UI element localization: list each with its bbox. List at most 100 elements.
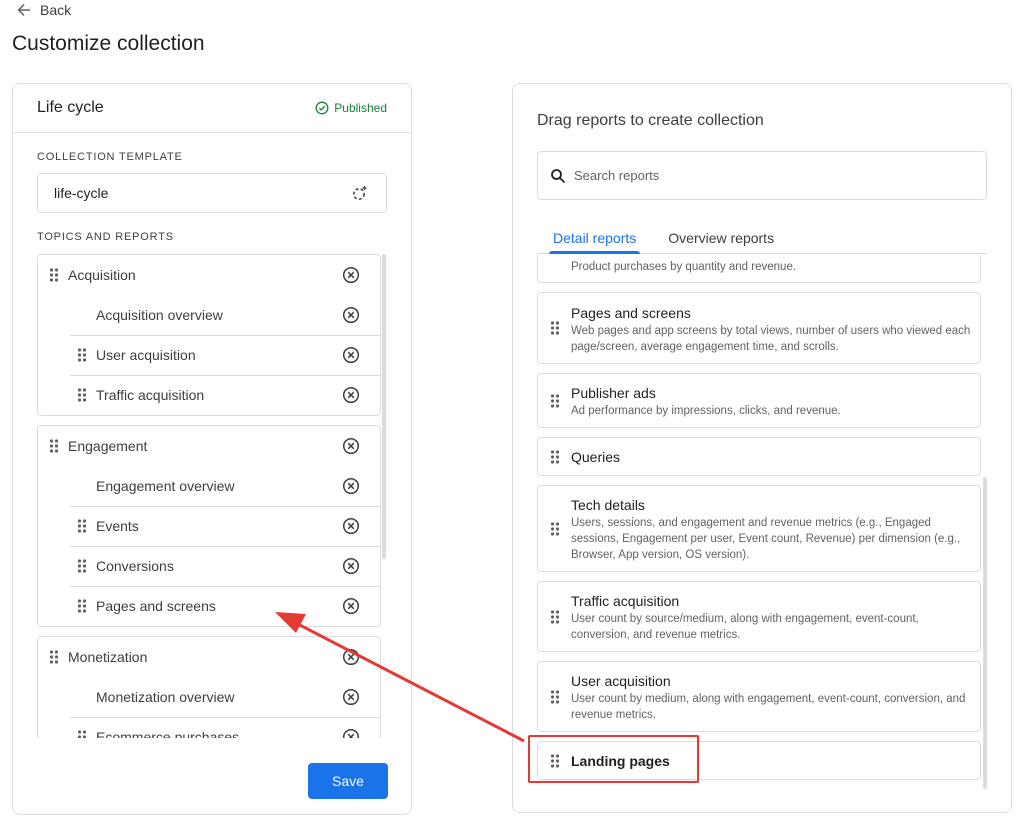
report-description: User count by medium, along with engagem… — [571, 693, 966, 721]
report-name: Pages and screens — [96, 598, 216, 614]
remove-circle-icon[interactable] — [342, 517, 360, 535]
topic-name: Monetization — [68, 649, 148, 665]
collection-header: Life cycle Published — [13, 84, 411, 133]
drag-handle-icon[interactable] — [76, 729, 88, 738]
report-card[interactable]: User acquisition User count by medium, a… — [537, 661, 981, 732]
report-list[interactable]: Product purchases by quantity and revenu… — [537, 255, 985, 799]
check-circle-icon — [315, 101, 329, 115]
report-row[interactable]: Ecommerce purchases — [38, 717, 380, 738]
template-value: life-cycle — [54, 185, 109, 201]
drag-handle-icon[interactable] — [76, 387, 88, 403]
page-title: Customize collection — [12, 32, 205, 55]
topics-list[interactable]: Acquisition Acquisition overview User ac… — [37, 254, 389, 738]
remove-circle-icon[interactable] — [342, 597, 360, 615]
topic-name: Engagement — [68, 438, 148, 454]
remove-circle-icon[interactable] — [342, 306, 360, 324]
topic-row[interactable]: Monetization — [38, 637, 380, 677]
tab-detail-reports[interactable]: Detail reports — [537, 224, 652, 254]
report-description: Web pages and app screens by total views… — [571, 325, 971, 353]
drag-handle-icon[interactable] — [550, 609, 560, 625]
report-name: Acquisition overview — [96, 307, 223, 323]
arrow-left-icon — [17, 4, 30, 16]
template-sparkle-icon[interactable] — [350, 183, 370, 203]
topics-scrollbar[interactable] — [382, 254, 386, 559]
report-description: Ad performance by impressions, clicks, a… — [571, 405, 841, 417]
status-badge: Published — [315, 101, 387, 115]
drag-handle-icon[interactable] — [550, 521, 560, 537]
report-card[interactable]: Pages and screens Web pages and app scre… — [537, 292, 981, 364]
topic-card-acquisition[interactable]: Acquisition Acquisition overview User ac… — [37, 254, 381, 416]
collection-title[interactable]: Life cycle — [37, 99, 104, 117]
topic-row[interactable]: Engagement — [38, 426, 380, 466]
topic-card-monetization[interactable]: Monetization Monetization overview Ecomm… — [37, 636, 381, 738]
report-row[interactable]: Acquisition overview — [38, 295, 380, 335]
drag-handle-icon[interactable] — [550, 753, 560, 769]
remove-circle-icon[interactable] — [342, 648, 360, 666]
drag-handle-icon[interactable] — [550, 689, 560, 705]
report-card[interactable]: Traffic acquisition User count by source… — [537, 581, 981, 652]
drag-handle-icon[interactable] — [48, 649, 60, 665]
drag-handle-icon[interactable] — [48, 438, 60, 454]
report-row[interactable]: User acquisition — [38, 335, 380, 375]
report-name: Monetization overview — [96, 689, 235, 705]
report-row[interactable]: Events — [38, 506, 380, 546]
drag-handle-icon[interactable] — [76, 347, 88, 363]
remove-circle-icon[interactable] — [342, 557, 360, 575]
report-row[interactable]: Engagement overview — [38, 466, 380, 506]
search-input[interactable]: Search reports — [537, 151, 987, 200]
back-label: Back — [40, 2, 72, 18]
report-name: Events — [96, 518, 139, 534]
report-library-card: Drag reports to create collection Search… — [512, 83, 1012, 813]
report-card[interactable]: Tech details Users, sessions, and engage… — [537, 485, 981, 572]
report-title: Queries — [571, 449, 621, 465]
drag-handle-icon[interactable] — [550, 449, 560, 465]
drag-handle-icon[interactable] — [76, 518, 88, 534]
report-name: Traffic acquisition — [96, 387, 205, 403]
tab-overview-reports[interactable]: Overview reports — [652, 224, 790, 253]
collection-editor-card: Life cycle Published COLLECTION TEMPLATE… — [12, 83, 412, 815]
drag-handle-icon[interactable] — [550, 393, 560, 409]
remove-circle-icon[interactable] — [342, 437, 360, 455]
search-icon — [551, 168, 566, 183]
report-card-landing-pages[interactable]: Landing pages — [537, 741, 981, 780]
remove-circle-icon[interactable] — [342, 688, 360, 706]
drag-handle-icon[interactable] — [550, 320, 560, 336]
report-name: Conversions — [96, 558, 174, 574]
remove-circle-icon[interactable] — [342, 346, 360, 364]
topic-card-engagement[interactable]: Engagement Engagement overview Events Co… — [37, 425, 381, 627]
remove-circle-icon[interactable] — [342, 386, 360, 404]
drag-handle-icon[interactable] — [48, 267, 60, 283]
report-card[interactable]: Publisher ads Ad performance by impressi… — [537, 373, 981, 428]
topic-row[interactable]: Acquisition — [38, 255, 380, 295]
drag-handle-icon[interactable] — [76, 558, 88, 574]
remove-circle-icon[interactable] — [342, 728, 360, 738]
report-title: Pages and screens — [571, 305, 691, 321]
report-title: User acquisition — [571, 673, 671, 689]
drag-handle-icon[interactable] — [76, 598, 88, 614]
report-name: User acquisition — [96, 347, 196, 363]
remove-circle-icon[interactable] — [342, 266, 360, 284]
report-title: Publisher ads — [571, 385, 656, 401]
remove-circle-icon[interactable] — [342, 477, 360, 495]
status-label: Published — [334, 101, 387, 115]
save-button[interactable]: Save — [308, 763, 388, 799]
back-button[interactable]: Back — [16, 2, 71, 18]
report-list-scrollbar[interactable] — [983, 477, 987, 789]
report-title: Traffic acquisition — [571, 593, 680, 609]
report-row[interactable]: Traffic acquisition — [38, 375, 380, 415]
report-name: Engagement overview — [96, 478, 235, 494]
report-card[interactable]: Queries — [537, 437, 981, 476]
template-field[interactable]: life-cycle — [37, 173, 387, 213]
report-title: Tech details — [571, 497, 645, 513]
topics-label: TOPICS AND REPORTS — [37, 231, 174, 243]
report-description: Product purchases by quantity and revenu… — [571, 261, 797, 273]
report-description: User count by source/medium, along with … — [571, 613, 919, 641]
report-description: Users, sessions, and engagement and reve… — [571, 517, 961, 561]
report-name: Ecommerce purchases — [96, 729, 240, 738]
report-tabs: Detail reports Overview reports — [537, 224, 987, 254]
report-row[interactable]: Pages and screens — [38, 586, 380, 626]
report-row[interactable]: Monetization overview — [38, 677, 380, 717]
collection-template-label: COLLECTION TEMPLATE — [37, 151, 183, 163]
report-card[interactable]: Product purchases by quantity and revenu… — [537, 255, 981, 283]
report-row[interactable]: Conversions — [38, 546, 380, 586]
